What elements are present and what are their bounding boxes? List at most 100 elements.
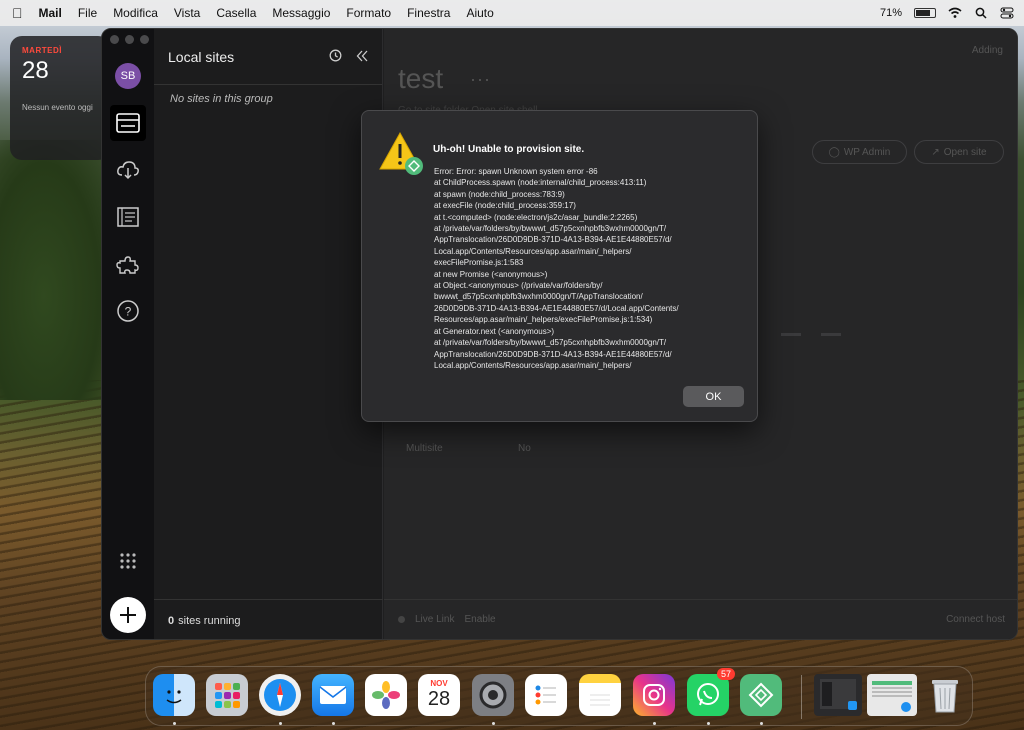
running-indicator — [707, 722, 710, 725]
menu-mailbox[interactable]: Casella — [216, 6, 256, 20]
running-indicator — [760, 722, 763, 725]
photos-dock-icon[interactable] — [365, 674, 407, 716]
error-line: at Object.<anonymous> (/private/var/fold… — [434, 281, 603, 291]
wifi-icon[interactable] — [948, 6, 962, 20]
minimize-window-button[interactable] — [125, 35, 134, 44]
error-line: Error: Error: spawn Unknown system error… — [434, 167, 598, 176]
calendar-widget[interactable]: MARTEDÌ 28 Nessun evento oggi — [10, 36, 110, 160]
recent-window-thumbnail[interactable] — [867, 674, 917, 716]
widget-weekday: MARTEDÌ — [22, 46, 62, 55]
multisite-value: No — [518, 443, 531, 454]
site-list-header: Local sites — [154, 29, 382, 85]
local-sites-nav-button[interactable] — [110, 105, 146, 141]
error-line: Resources/app.asar/main/_helpers/execFil… — [434, 315, 653, 325]
avatar[interactable]: SB — [115, 63, 141, 89]
reminders-dock-icon[interactable] — [525, 674, 567, 716]
local-dock-icon[interactable] — [740, 674, 782, 716]
error-line: at new Promise (<anonymous>) — [434, 269, 548, 279]
widget-day: 28 — [22, 57, 49, 84]
add-site-button[interactable] — [110, 597, 146, 633]
error-line: AppTranslocation/26D0D9DB-371D-4A13-B394… — [434, 235, 672, 245]
blueprint-icon — [117, 207, 139, 227]
zoom-window-button[interactable] — [140, 35, 149, 44]
close-window-button[interactable] — [110, 35, 119, 44]
menu-help[interactable]: Aiuto — [466, 6, 493, 20]
whatsapp-dock-icon[interactable]: 57 — [687, 668, 735, 716]
menu-app[interactable]: Mail — [39, 6, 62, 20]
trash-dock-icon[interactable] — [924, 674, 966, 716]
apple-menu-icon[interactable]:  — [12, 5, 23, 21]
calendar-dock-icon[interactable]: NOV 28 — [418, 674, 460, 716]
control-center-icon[interactable] — [1000, 6, 1014, 20]
puzzle-icon — [116, 256, 139, 274]
wp-admin-button[interactable]: ◯ WP Admin — [812, 140, 907, 164]
error-line: at /private/var/folders/by/bwwwt_d57p5cx… — [434, 224, 667, 234]
nav-rail: SB ? — [102, 29, 154, 639]
empty-group-message: No sites in this group — [170, 93, 273, 105]
menu-edit[interactable]: Modifica — [113, 6, 158, 20]
error-line: at spawn (node:child_process:783:9) — [434, 189, 565, 199]
warning-icon — [379, 131, 423, 175]
safari-dock-icon[interactable] — [259, 674, 301, 716]
error-line: at Generator.next (<anonymous>) — [434, 326, 555, 336]
connect-host-button[interactable]: Connect host — [946, 614, 1005, 625]
window-controls — [110, 35, 149, 44]
cloud-download-icon — [117, 161, 139, 180]
error-line: at /private/var/folders/by/bwwwt_d57p5cx… — [434, 338, 667, 348]
menu-message[interactable]: Messaggio — [272, 6, 330, 20]
finder-dock-icon[interactable] — [153, 674, 195, 716]
battery-icon[interactable] — [914, 8, 936, 18]
instagram-dock-icon[interactable] — [633, 674, 675, 716]
mail-dock-icon[interactable] — [312, 674, 354, 716]
addons-nav-button[interactable] — [110, 246, 146, 282]
help-nav-button[interactable]: ? — [110, 293, 146, 329]
notes-dock-icon[interactable] — [579, 674, 621, 716]
error-dialog: Uh-oh! Unable to provision site. Error: … — [361, 110, 758, 422]
error-line: 26D0D9DB-371D-4A13-B394-AE1E44880E57/d/L… — [434, 303, 679, 313]
svg-text:?: ? — [125, 305, 132, 319]
ok-button[interactable]: OK — [683, 386, 744, 407]
history-icon[interactable] — [329, 49, 342, 65]
error-line: at ChildProcess.spawn (node:internal/chi… — [434, 178, 647, 188]
running-indicator — [279, 722, 282, 725]
notification-badge: 57 — [716, 668, 735, 680]
external-link-icon: ↗ — [931, 146, 940, 158]
site-list-panel: Local sites No sites in this group 0 sit… — [154, 29, 383, 639]
search-icon[interactable] — [974, 6, 988, 20]
sites-running-status: 0 sites running — [154, 599, 383, 639]
recent-window-thumbnail[interactable] — [814, 674, 862, 716]
menu-view[interactable]: Vista — [174, 6, 200, 20]
dialog-error-text: Error: Error: spawn Unknown system error… — [434, 166, 752, 371]
running-indicator — [332, 722, 335, 725]
blueprints-nav-button[interactable] — [110, 199, 146, 235]
help-icon: ? — [117, 300, 139, 322]
wordpress-icon: ◯ — [828, 146, 840, 158]
open-site-button[interactable]: ↗ Open site — [914, 140, 1004, 164]
placeholder-dash — [781, 333, 801, 336]
running-indicator — [492, 722, 495, 725]
menu-window[interactable]: Finestra — [407, 6, 450, 20]
multisite-label: Multisite — [406, 443, 443, 454]
site-footer-bar: Live Link Enable Connect host — [384, 599, 1017, 639]
running-indicator — [173, 722, 176, 725]
open-site-label: Open site — [943, 146, 987, 158]
error-line: execFilePromise.js:1:583 — [434, 258, 524, 268]
menu-format[interactable]: Formato — [346, 6, 391, 20]
live-link-enable[interactable]: Enable — [464, 614, 495, 625]
wp-admin-label: WP Admin — [843, 146, 891, 158]
site-status: Adding — [971, 45, 1003, 56]
menu-bar:  Mail File Modifica Vista Casella Messa… — [0, 0, 1024, 26]
error-line: at execFile (node:child_process:359:17) — [434, 201, 576, 211]
system-settings-dock-icon[interactable] — [472, 674, 514, 716]
more-options-icon[interactable]: ··· — [470, 69, 491, 90]
wallpaper-forest — [0, 140, 110, 400]
connect-nav-button[interactable] — [110, 152, 146, 188]
error-line: at t.<computed> (node:electron/js2c/asar… — [434, 212, 638, 222]
error-line: Local.app/Contents/Resources/app.asar/ma… — [434, 360, 632, 370]
sites-running-count: 0 — [168, 614, 175, 627]
error-line: Local.app/Contents/Resources/app.asar/ma… — [434, 246, 632, 256]
launchpad-dock-icon[interactable] — [206, 674, 248, 716]
collapse-panel-icon[interactable] — [356, 49, 368, 65]
menu-file[interactable]: File — [78, 6, 97, 20]
apps-grid-button[interactable] — [110, 543, 146, 579]
